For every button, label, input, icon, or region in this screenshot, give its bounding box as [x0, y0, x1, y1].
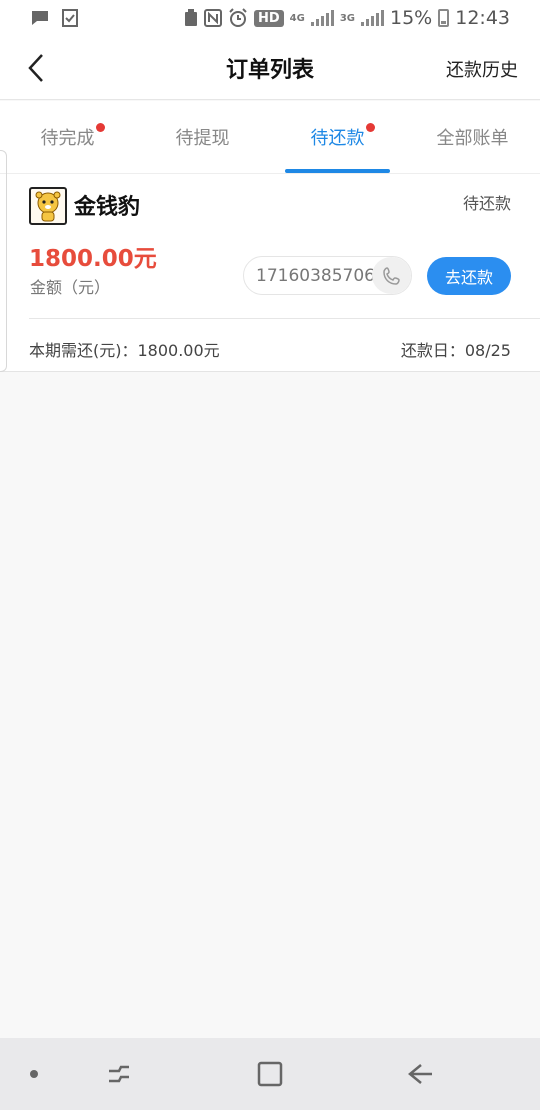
- battery-percent: 15%: [390, 7, 433, 29]
- notification-dot: [366, 123, 375, 132]
- clock: 12:43: [455, 7, 510, 29]
- due-date: 还款日：08/25: [400, 341, 511, 360]
- tab-pending-withdrawal[interactable]: 待提现: [135, 101, 270, 173]
- tab-label: 待提现: [175, 128, 230, 149]
- repayment-history-link[interactable]: 还款历史: [446, 56, 518, 82]
- tab-label: 全部账单: [436, 128, 509, 149]
- notification-dot: [96, 123, 105, 132]
- alarm-icon: [229, 8, 247, 27]
- amount-label: 金额（元）: [30, 278, 111, 297]
- card-divider: [29, 318, 540, 319]
- signal-icon: [310, 10, 334, 26]
- chat-icon: [32, 11, 48, 25]
- phone-icon[interactable]: [372, 257, 411, 294]
- home-icon[interactable]: [250, 1056, 290, 1092]
- recycle-icon: [184, 9, 197, 26]
- chevron-left-icon: [28, 54, 43, 82]
- order-tabs: 待完成 待提现 待还款 全部账单: [0, 101, 540, 173]
- system-nav-bar: [0, 1038, 540, 1110]
- period-due-amount: 本期需还(元)：1800.00元: [29, 341, 220, 360]
- dot-indicator-icon[interactable]: [14, 1056, 54, 1092]
- brand-name: 金钱豹: [74, 195, 141, 220]
- app-header: 订单列表 还款历史: [0, 36, 540, 100]
- signal-icon-2: [361, 10, 384, 26]
- tab-pending-repayment[interactable]: 待还款: [270, 101, 405, 173]
- tab-all-bills[interactable]: 全部账单: [405, 101, 540, 173]
- side-drawer-handle[interactable]: [0, 150, 7, 372]
- checkbox-icon: [62, 9, 78, 27]
- status-bar: HD 4G 3G 15% 12:43: [0, 0, 540, 36]
- phone-number: 17160385706: [256, 265, 375, 286]
- battery-icon: [438, 9, 450, 27]
- nfc-icon: [203, 9, 222, 27]
- repay-button[interactable]: 去还款: [427, 257, 511, 295]
- order-status: 待还款: [462, 194, 511, 213]
- order-amount: 1800.00元: [29, 246, 157, 272]
- order-card[interactable]: 金钱豹 待还款 1800.00元 金额（元） 17160385706 去还款 本…: [0, 173, 540, 372]
- brand-logo-icon: [29, 187, 67, 225]
- tab-label: 待还款: [310, 128, 365, 149]
- contact-phone[interactable]: 17160385706: [243, 256, 412, 295]
- tab-pending-completion[interactable]: 待完成: [0, 101, 135, 173]
- tab-label: 待完成: [40, 128, 95, 149]
- hd-badge: HD: [253, 9, 284, 27]
- net-label-2: 3G: [339, 12, 355, 24]
- back-button[interactable]: [18, 50, 54, 86]
- net-label-1: 4G: [289, 12, 305, 24]
- recent-apps-icon[interactable]: [99, 1056, 139, 1092]
- back-nav-icon[interactable]: [401, 1056, 441, 1092]
